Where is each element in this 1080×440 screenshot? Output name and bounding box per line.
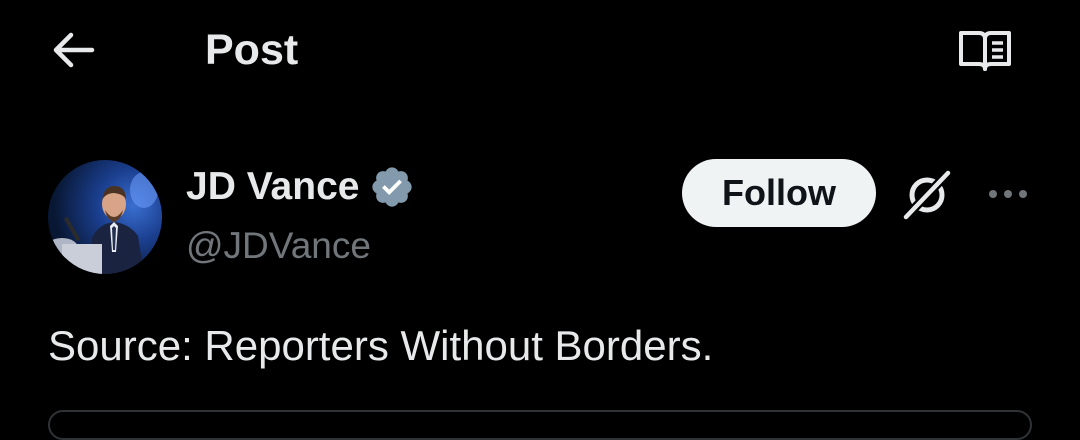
- top-bar: Post: [0, 0, 1080, 100]
- avatar-photo: [48, 160, 162, 274]
- post-author: JD Vance @JDVance Follow: [0, 150, 1080, 280]
- media-card[interactable]: [48, 410, 1032, 440]
- display-name-row: JD Vance: [186, 164, 415, 210]
- grok-icon: [900, 168, 954, 222]
- follow-button[interactable]: Follow: [682, 159, 876, 227]
- reader-mode-button[interactable]: [950, 22, 1020, 78]
- back-button[interactable]: [44, 24, 104, 76]
- more-options-button[interactable]: [980, 166, 1036, 222]
- verified-badge-icon: [369, 164, 415, 210]
- post-text: Source: Reporters Without Borders.: [48, 322, 714, 369]
- user-handle[interactable]: @JDVance: [186, 224, 371, 268]
- page-title: Post: [205, 26, 299, 74]
- grok-button[interactable]: [896, 166, 958, 224]
- arrow-left-icon: [53, 32, 95, 68]
- more-horizontal-icon: [989, 190, 1027, 198]
- avatar[interactable]: [48, 160, 162, 274]
- reader-mode-icon: [959, 31, 1011, 71]
- display-name[interactable]: JD Vance: [186, 164, 359, 210]
